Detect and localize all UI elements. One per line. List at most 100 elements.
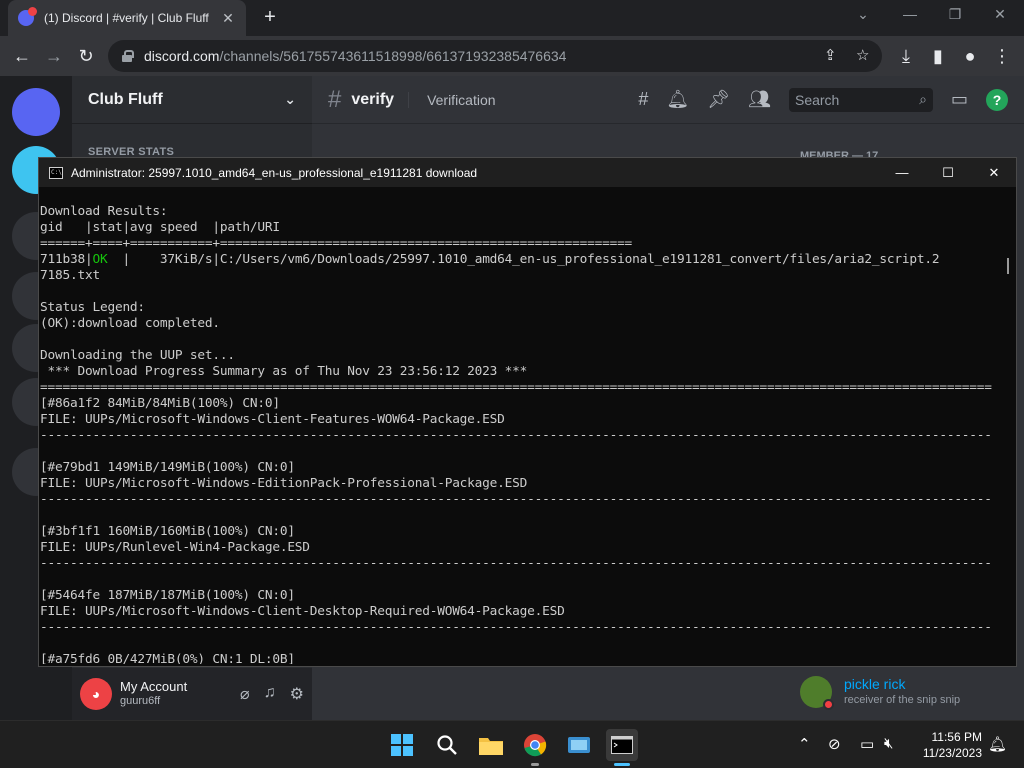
restore-icon[interactable]: ❐ bbox=[945, 6, 965, 23]
console-line: [#a75fd6 0B/427MiB(0%) CN:1 DL:0B] bbox=[40, 652, 295, 664]
console-line: FILE: UUPs/Runlevel-Win4-Package.ESD bbox=[40, 540, 310, 555]
avatar bbox=[800, 676, 834, 710]
console-line: *** Download Progress Summary as of Thu … bbox=[40, 364, 528, 379]
console-line: ----------------------------------------… bbox=[40, 556, 992, 571]
new-tab-button[interactable]: + bbox=[258, 6, 282, 30]
clock-date: 11/23/2023 bbox=[922, 746, 982, 760]
console-line: ======+====+===========+================… bbox=[40, 236, 633, 251]
minimize-icon[interactable]: — bbox=[900, 6, 920, 22]
console-line: ----------------------------------------… bbox=[40, 492, 992, 507]
search-icon: ⌕ bbox=[919, 91, 927, 107]
url-host: discord.com bbox=[144, 48, 220, 64]
console-line: ----------------------------------------… bbox=[40, 428, 992, 443]
server-header[interactable]: Club Fluff ⌄ bbox=[72, 76, 312, 124]
forward-icon[interactable]: → bbox=[42, 44, 66, 68]
chrome-icon bbox=[524, 734, 547, 757]
download-icon[interactable]: ⤓ bbox=[894, 44, 918, 68]
console-line: [#3bf1f1 160MiB/160MiB(100%) CN:0] bbox=[40, 524, 295, 539]
console-title: Administrator: 25997.1010_amd64_en-us_pr… bbox=[71, 165, 478, 180]
windows-logo-icon bbox=[391, 734, 413, 756]
console-line: gid |stat|avg speed |path/URI bbox=[40, 220, 280, 235]
address-bar[interactable]: discord.com/channels/561755743611518998/… bbox=[108, 40, 882, 72]
console-scrollbar[interactable] bbox=[1007, 258, 1009, 274]
snipping-tool-button[interactable] bbox=[563, 729, 595, 761]
inbox-icon[interactable]: ▭ bbox=[951, 89, 968, 110]
mute-icon[interactable]: ⌀ bbox=[240, 684, 250, 704]
pin-icon[interactable]: 📌︎ bbox=[707, 89, 730, 110]
console-icon: C:\ bbox=[49, 166, 63, 179]
gear-icon[interactable]: ⚙ bbox=[290, 684, 304, 704]
chevron-down-icon[interactable]: ⌄ bbox=[284, 91, 296, 108]
reload-icon[interactable]: ↻ bbox=[74, 44, 98, 68]
chrome-menu-icon[interactable]: ⋮ bbox=[990, 44, 1014, 68]
bell-icon[interactable]: 🔔︎ bbox=[666, 89, 689, 110]
channel-header: # verify Verification # 🔔︎ 📌︎ 👥︎ Search ⌕… bbox=[312, 76, 1024, 124]
search-button[interactable] bbox=[431, 729, 463, 761]
side-panel-icon[interactable]: ▮ bbox=[926, 44, 950, 68]
avatar[interactable]: ◕ bbox=[80, 678, 112, 710]
folder-icon bbox=[479, 738, 503, 755]
user-status: guuru6ff bbox=[120, 695, 161, 707]
console-line: 711b38|OK | 37KiB/s|C:/Users/vm6/Downloa… bbox=[40, 252, 940, 267]
console-line: FILE: UUPs/Microsoft-Windows-Client-Desk… bbox=[40, 604, 565, 619]
tab-title: (1) Discord | #verify | Club Fluff bbox=[44, 11, 209, 25]
network-off-icon[interactable]: ⊘ bbox=[828, 735, 841, 753]
lock-icon[interactable] bbox=[122, 50, 134, 62]
profile-icon[interactable]: ● bbox=[958, 44, 982, 68]
console-maximize-icon[interactable]: ☐ bbox=[925, 158, 971, 187]
file-explorer-button[interactable] bbox=[475, 729, 507, 761]
console-minimize-icon[interactable]: — bbox=[879, 158, 925, 187]
console-line: Downloading the UUP set... bbox=[40, 348, 235, 363]
threads-icon[interactable]: # bbox=[638, 89, 648, 110]
browser-tab[interactable]: (1) Discord | #verify | Club Fluff ✕ bbox=[8, 0, 246, 36]
terminal-icon bbox=[611, 736, 633, 754]
channel-name: verify bbox=[351, 90, 395, 108]
discord-favicon-icon bbox=[18, 7, 37, 26]
server-name: Club Fluff bbox=[88, 90, 163, 108]
volume-muted-icon[interactable]: 🔇︎ bbox=[884, 735, 893, 752]
console-line: Download Results: bbox=[40, 204, 168, 219]
headphones-icon[interactable]: ♫ bbox=[264, 684, 276, 704]
chrome-button[interactable] bbox=[519, 729, 551, 766]
bookmark-star-icon[interactable]: ☆ bbox=[856, 46, 869, 64]
member-item[interactable]: pickle rick receiver of the snip snip bbox=[800, 676, 961, 710]
share-icon[interactable]: ⇪ bbox=[824, 46, 837, 64]
tab-close-icon[interactable]: ✕ bbox=[220, 10, 236, 27]
console-line: FILE: UUPs/Microsoft-Windows-EditionPack… bbox=[40, 476, 528, 491]
close-window-icon[interactable]: ✕ bbox=[990, 6, 1010, 23]
chevron-up-icon[interactable]: ⌃ bbox=[798, 735, 811, 753]
console-titlebar[interactable]: C:\ Administrator: 25997.1010_amd64_en-u… bbox=[39, 158, 1016, 187]
console-output[interactable]: Download Results: gid |stat|avg speed |pa… bbox=[40, 204, 1000, 664]
console-line: FILE: UUPs/Microsoft-Windows-Client-Feat… bbox=[40, 412, 505, 427]
discord-home-icon[interactable] bbox=[12, 88, 60, 136]
tab-search-icon[interactable]: ⌄ bbox=[853, 6, 873, 23]
search-input[interactable]: Search ⌕ bbox=[788, 87, 933, 112]
console-line: Status Legend: bbox=[40, 300, 145, 315]
notification-bell-icon[interactable]: 🔔︎ bbox=[988, 735, 1007, 753]
member-status: receiver of the snip snip bbox=[844, 694, 961, 706]
clock-time: 11:56 PM bbox=[931, 730, 982, 744]
console-line: [#e79bd1 149MiB/149MiB(100%) CN:0] bbox=[40, 460, 295, 475]
console-line: ----------------------------------------… bbox=[40, 620, 992, 635]
terminal-button[interactable] bbox=[606, 729, 638, 766]
help-icon[interactable]: ? bbox=[986, 88, 1008, 111]
back-icon[interactable]: ← bbox=[10, 44, 34, 68]
url-path: /channels/561755743611518998/66137193238… bbox=[219, 48, 567, 64]
display-icon[interactable]: ▭ bbox=[860, 735, 874, 753]
console-line: [#5464fe 187MiB/187MiB(100%) CN:0] bbox=[40, 588, 295, 603]
console-window: C:\ Administrator: 25997.1010_amd64_en-u… bbox=[38, 157, 1017, 667]
snipping-tool-icon bbox=[568, 737, 590, 753]
search-icon bbox=[437, 735, 457, 755]
start-button[interactable] bbox=[386, 729, 418, 761]
user-panel: ◕ My Account guuru6ff ⌀ ♫ ⚙ bbox=[72, 668, 312, 720]
console-line: (OK):download completed. bbox=[40, 316, 220, 331]
system-clock[interactable]: 11:56 PM 11/23/2023 bbox=[912, 729, 982, 761]
channel-topic[interactable]: Verification bbox=[408, 91, 496, 108]
members-icon[interactable]: 👥︎ bbox=[748, 89, 771, 110]
console-close-icon[interactable]: ✕ bbox=[971, 158, 1017, 187]
console-line: ========================================… bbox=[40, 380, 992, 395]
